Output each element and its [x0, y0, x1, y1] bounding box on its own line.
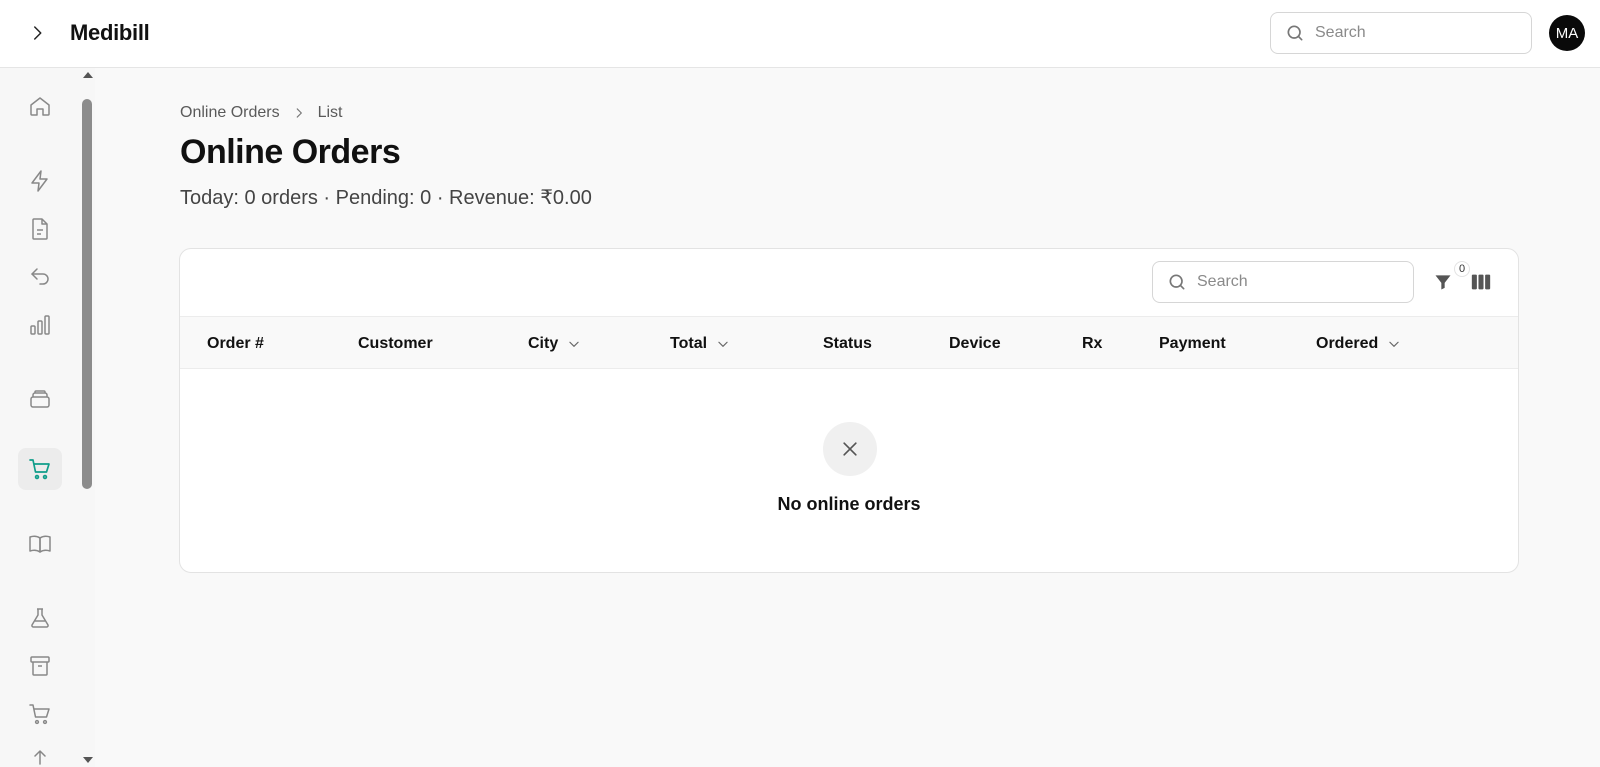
table-search-field[interactable] — [1152, 261, 1414, 303]
column-header-payment: Payment — [1159, 334, 1226, 352]
column-header-customer: Customer — [358, 334, 433, 352]
home-icon — [30, 97, 50, 116]
top-bar: Medibill MA — [0, 0, 1600, 68]
sidebar-item-home[interactable] — [18, 85, 62, 127]
cart-icon — [29, 459, 50, 480]
column-header-status: Status — [823, 334, 872, 352]
sidebar — [0, 68, 95, 767]
sidebar-item-purchases[interactable] — [18, 693, 62, 735]
sidebar-item-upload[interactable] — [18, 740, 62, 767]
scroll-up-arrow-icon[interactable] — [83, 72, 93, 78]
cart-icon — [29, 704, 50, 725]
table-search-input[interactable] — [1197, 273, 1397, 291]
document-icon — [32, 218, 48, 240]
page-title: Online Orders — [180, 133, 401, 171]
column-header-order-number: Order # — [207, 334, 264, 352]
global-search-field[interactable] — [1270, 12, 1532, 54]
avatar[interactable]: MA — [1549, 15, 1585, 51]
empty-state-icon-container — [823, 422, 877, 476]
layers-icon — [30, 390, 50, 408]
sidebar-item-catalog[interactable] — [18, 523, 62, 565]
lightning-icon — [31, 170, 48, 192]
breadcrumb: Online Orders List — [180, 104, 343, 122]
column-header-rx: Rx — [1082, 334, 1103, 352]
column-header-device: Device — [949, 334, 1001, 352]
column-toggle-button[interactable] — [1468, 269, 1494, 295]
column-header-ordered[interactable]: Ordered — [1316, 317, 1401, 370]
archive-icon — [30, 656, 50, 676]
column-header-total[interactable]: Total — [670, 317, 730, 370]
sidebar-item-inventory[interactable] — [18, 378, 62, 420]
sidebar-item-quick-actions[interactable] — [18, 160, 62, 202]
breadcrumb-link-online-orders[interactable]: Online Orders — [180, 104, 280, 122]
upload-icon — [34, 750, 46, 765]
book-icon — [29, 535, 51, 553]
table-header: Order # Customer City Total Status Devic… — [180, 316, 1518, 369]
global-search-input[interactable] — [1315, 24, 1515, 42]
filter-button[interactable] — [1430, 269, 1456, 295]
chevron-right-icon — [34, 26, 42, 40]
bar-chart-icon — [30, 315, 50, 335]
app-title: Medibill — [70, 20, 150, 45]
orders-table-card: 0 Order # Customer City Total Status Dev… — [179, 248, 1519, 573]
close-icon — [843, 442, 857, 456]
breadcrumb-current: List — [317, 104, 343, 121]
sidebar-item-invoices[interactable] — [18, 208, 62, 250]
columns-icon — [1471, 274, 1491, 290]
empty-state-message: No online orders — [777, 494, 921, 514]
table-toolbar: 0 — [180, 249, 1518, 316]
return-icon — [31, 268, 49, 285]
sidebar-item-returns[interactable] — [18, 256, 62, 298]
flask-icon — [31, 608, 49, 628]
sidebar-item-online-orders[interactable] — [18, 448, 62, 490]
search-icon — [1169, 274, 1185, 290]
sidebar-toggle-button[interactable] — [22, 18, 52, 48]
sidebar-scrollbar[interactable] — [80, 68, 94, 767]
scroll-down-arrow-icon[interactable] — [83, 757, 93, 763]
order-summary: Today: 0 orders · Pending: 0 · Revenue: … — [180, 187, 592, 209]
sidebar-item-lab[interactable] — [18, 597, 62, 639]
scrollbar-thumb[interactable] — [82, 99, 92, 489]
sidebar-item-reports[interactable] — [18, 304, 62, 346]
chevron-down-icon — [1387, 337, 1401, 351]
column-header-city[interactable]: City — [528, 317, 581, 370]
chevron-down-icon — [567, 337, 581, 351]
filter-icon — [1435, 275, 1451, 290]
sidebar-item-archive[interactable] — [18, 645, 62, 687]
chevron-down-icon — [716, 337, 730, 351]
search-icon — [1287, 25, 1303, 41]
chevron-right-icon — [292, 106, 306, 120]
